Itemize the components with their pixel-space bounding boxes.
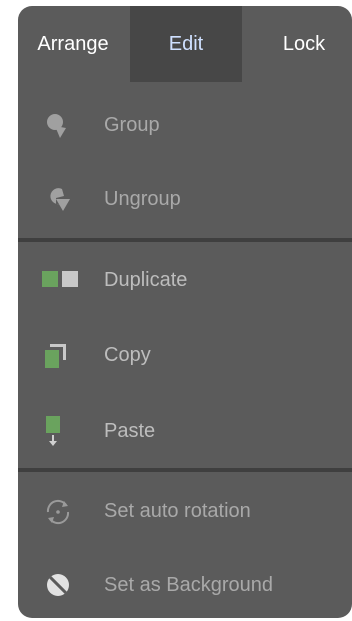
edit-menu-panel: Arrange Edit Lock Group Ungroup Duplicat…	[18, 6, 352, 618]
tab-arrange[interactable]: Arrange	[18, 6, 130, 82]
menu-item-auto-rotation[interactable]: Set auto rotation	[18, 474, 352, 548]
separator	[18, 238, 352, 242]
tab-lock[interactable]: Lock	[242, 6, 352, 82]
copy-icon	[42, 340, 78, 370]
background-icon	[42, 570, 78, 600]
group-icon	[42, 110, 78, 140]
menu-item-copy[interactable]: Copy	[18, 318, 352, 392]
menu-item-set-background[interactable]: Set as Background	[18, 548, 352, 618]
tab-edit[interactable]: Edit	[130, 6, 242, 82]
menu-item-label: Ungroup	[104, 188, 181, 210]
menu-item-label: Copy	[104, 344, 151, 366]
paste-icon	[42, 416, 78, 446]
menu-item-label: Set as Background	[104, 574, 273, 596]
menu-item-group[interactable]: Group	[18, 88, 352, 162]
duplicate-icon	[42, 265, 78, 295]
menu-item-label: Paste	[104, 420, 156, 442]
menu-item-label: Group	[104, 114, 160, 136]
menu-item-duplicate[interactable]: Duplicate	[18, 243, 352, 317]
menu-item-label: Set auto rotation	[104, 500, 251, 522]
rotation-icon	[42, 496, 78, 526]
tab-bar: Arrange Edit Lock	[18, 6, 352, 82]
menu-item-paste[interactable]: Paste	[18, 394, 352, 468]
separator	[18, 468, 352, 472]
ungroup-icon	[42, 184, 78, 214]
menu-item-ungroup[interactable]: Ungroup	[18, 162, 352, 236]
menu-item-label: Duplicate	[104, 269, 188, 291]
